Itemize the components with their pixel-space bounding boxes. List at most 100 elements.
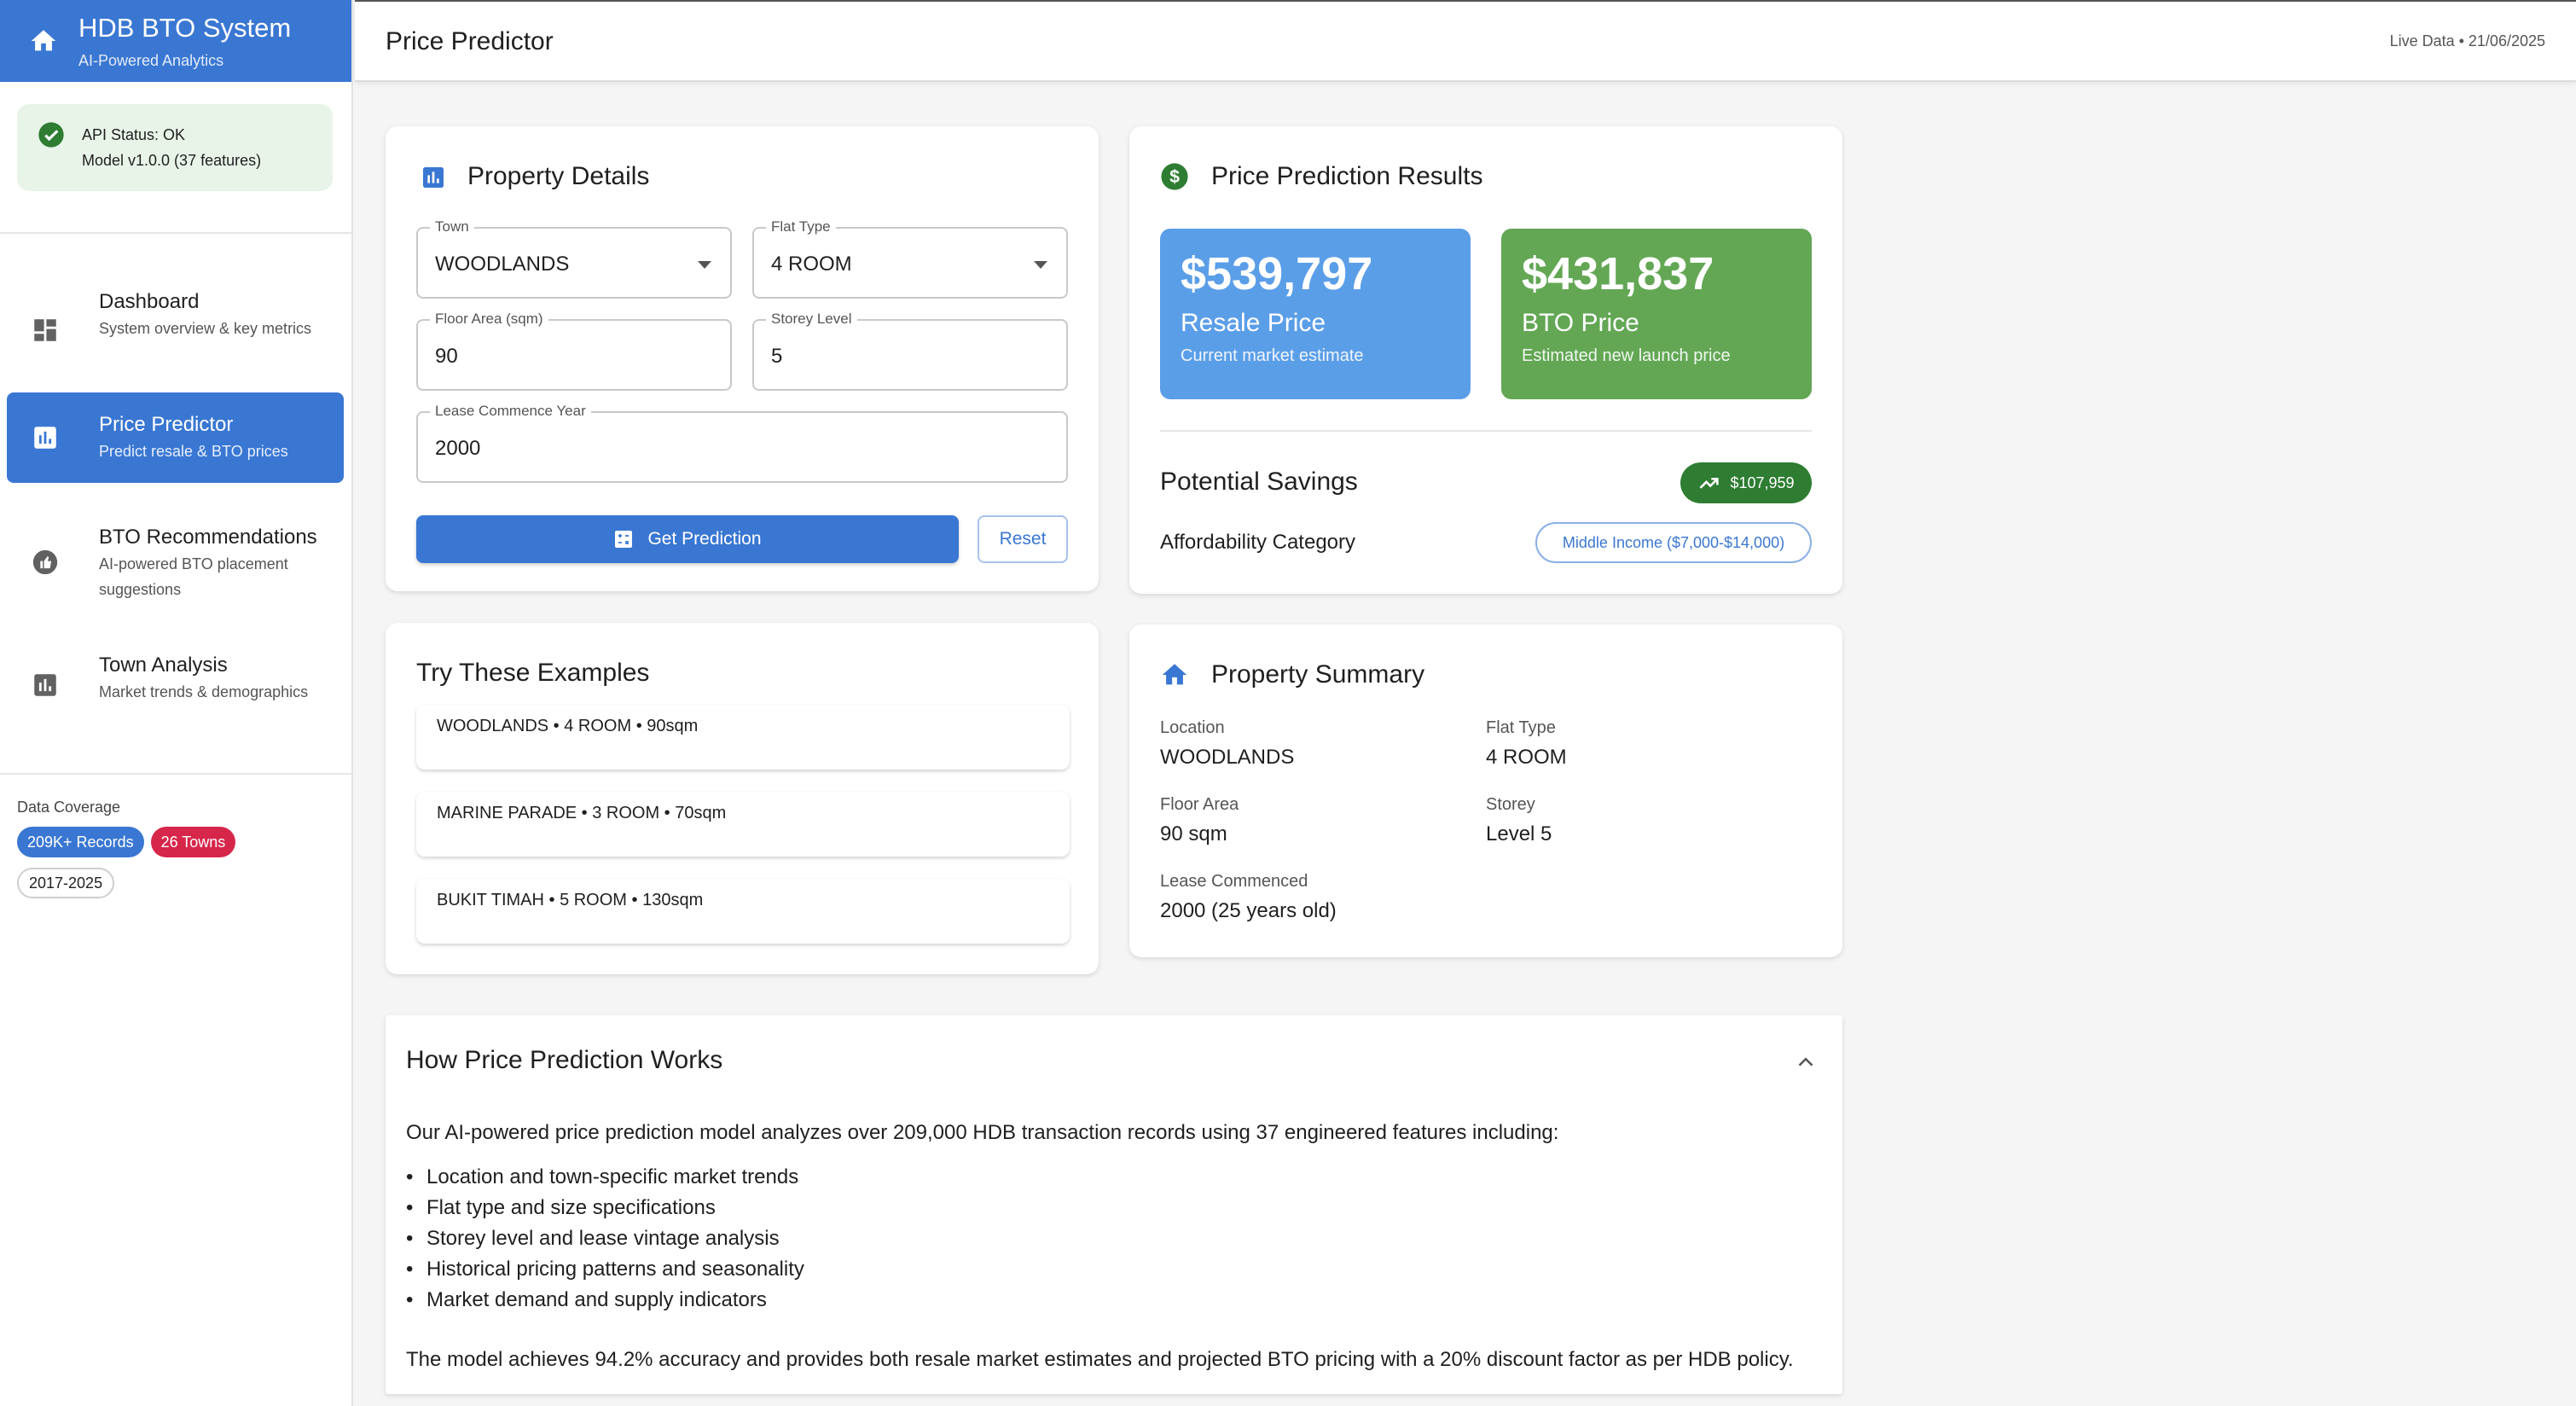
flat-type-value: 4 ROOM bbox=[1486, 746, 1567, 769]
sidebar-item-town-analysis[interactable]: Town Analysis Market trends & demographi… bbox=[7, 640, 344, 734]
field-label: Lease Commence Year bbox=[430, 403, 591, 420]
bto-price-box: $431,837 BTO Price Estimated new launch … bbox=[1501, 229, 1812, 399]
how-it-works-title: How Price Prediction Works bbox=[406, 1046, 723, 1074]
field-label: Flat Type bbox=[766, 218, 836, 235]
year-range-chip: 2017-2025 bbox=[17, 868, 115, 898]
dollar-icon: $ bbox=[1161, 163, 1188, 190]
app-brand[interactable]: HDB BTO System AI-Powered Analytics bbox=[0, 0, 351, 82]
savings-value: $107,959 bbox=[1730, 474, 1795, 491]
examples-title: Try These Examples bbox=[416, 659, 650, 687]
trending-up-icon bbox=[1700, 478, 1720, 489]
check-circle-icon bbox=[38, 122, 64, 148]
sidebar-item-desc: Predict resale & BTO prices bbox=[99, 443, 288, 460]
summary-title: Property Summary bbox=[1211, 660, 1425, 688]
sidebar-divider bbox=[0, 773, 353, 775]
list-item: Storey level and lease vintage analysis bbox=[406, 1223, 804, 1254]
storey-label: Storey bbox=[1486, 795, 1535, 814]
how-it-works-panel: How Price Prediction Works Our AI-powere… bbox=[386, 1015, 1842, 1394]
floor-area-input[interactable]: Floor Area (sqm) 90 bbox=[416, 311, 732, 391]
savings-label: Potential Savings bbox=[1160, 468, 1358, 496]
home-icon bbox=[31, 30, 56, 51]
chart-icon bbox=[423, 167, 444, 188]
field-label: Town bbox=[430, 218, 474, 235]
dropdown-arrow-icon bbox=[1034, 261, 1047, 269]
bto-sub: Estimated new launch price bbox=[1522, 346, 1731, 365]
property-details-title: Property Details bbox=[467, 162, 650, 190]
towns-chip: 26 Towns bbox=[150, 827, 236, 857]
lease-year-input[interactable]: Lease Commence Year 2000 bbox=[416, 403, 1068, 483]
lease-value: 2000 (25 years old) bbox=[1160, 899, 1337, 922]
property-summary-card: Property Summary Location WOODLANDS Flat… bbox=[1129, 625, 1842, 957]
list-item: Flat type and size specifications bbox=[406, 1193, 804, 1223]
savings-badge: $107,959 bbox=[1680, 462, 1812, 503]
sidebar-item-label: BTO Recommendations bbox=[99, 526, 317, 549]
home-icon bbox=[1162, 664, 1187, 685]
coverage-caption: Data Coverage bbox=[17, 799, 121, 816]
bto-label: BTO Price bbox=[1522, 309, 1639, 337]
sidebar-item-label: Price Predictor bbox=[99, 413, 234, 436]
results-divider bbox=[1160, 430, 1812, 432]
api-status-card: API Status: OK Model v1.0.0 (37 features… bbox=[17, 104, 333, 191]
bar-chart-icon bbox=[34, 674, 56, 696]
field-value: WOODLANDS bbox=[435, 253, 570, 276]
affordability-chip: Middle Income ($7,000-$14,000) bbox=[1535, 522, 1812, 563]
list-item: Location and town-specific market trends bbox=[406, 1162, 804, 1193]
data-coverage: Data Coverage 209K+ Records 26 Towns 2017… bbox=[17, 799, 242, 898]
button-label: Get Prediction bbox=[647, 529, 762, 549]
example-item[interactable]: MARINE PARADE • 3 ROOM • 70sqm bbox=[416, 792, 1070, 857]
example-item[interactable]: BUKIT TIMAH • 5 ROOM • 130sqm bbox=[416, 879, 1070, 944]
get-prediction-button[interactable]: Get Prediction bbox=[416, 515, 959, 563]
results-title: Price Prediction Results bbox=[1211, 162, 1483, 190]
sidebar-item-bto-recommendations[interactable]: BTO Recommendations AI-powered BTO place… bbox=[7, 503, 344, 623]
sidebar-divider bbox=[0, 232, 353, 234]
field-value: 2000 bbox=[435, 437, 481, 460]
model-version-text: Model v1.0.0 (37 features) bbox=[82, 152, 262, 169]
flat-type-select[interactable]: Flat Type 4 ROOM bbox=[752, 218, 1068, 299]
app-subtitle: AI-Powered Analytics bbox=[78, 51, 224, 69]
field-label: Storey Level bbox=[766, 311, 857, 328]
examples-card: Try These Examples WOODLANDS • 4 ROOM • … bbox=[386, 623, 1099, 974]
field-value: 90 bbox=[435, 345, 458, 368]
sidebar-item-dashboard[interactable]: Dashboard System overview & key metrics bbox=[7, 264, 344, 384]
field-value: 5 bbox=[771, 345, 783, 368]
live-data-indicator: Live Data • 21/06/2025 bbox=[2389, 32, 2545, 49]
svg-text:$: $ bbox=[1169, 166, 1180, 187]
lease-label: Lease Commenced bbox=[1160, 872, 1308, 891]
sidebar-item-desc: Market trends & demographics bbox=[99, 683, 309, 700]
example-item[interactable]: WOODLANDS • 4 ROOM • 90sqm bbox=[416, 705, 1070, 770]
list-item: Historical pricing patterns and seasonal… bbox=[406, 1254, 804, 1285]
how-it-works-header[interactable]: How Price Prediction Works bbox=[386, 1015, 1842, 1107]
resale-price-box: $539,797 Resale Price Current market est… bbox=[1160, 229, 1471, 399]
floor-area-label: Floor Area bbox=[1160, 795, 1239, 814]
how-bullets: Location and town-specific market trends… bbox=[406, 1162, 804, 1316]
dashboard-icon bbox=[34, 319, 56, 341]
property-details-card: Property Details Town WOODLANDS Flat Typ… bbox=[386, 126, 1099, 591]
field-value: 4 ROOM bbox=[771, 253, 852, 276]
sidebar-item-price-predictor[interactable]: Price Predictor Predict resale & BTO pri… bbox=[7, 392, 344, 483]
sidebar-item-label: Dashboard bbox=[99, 290, 200, 313]
button-label: Reset bbox=[999, 529, 1047, 549]
sidebar: HDB BTO System AI-Powered Analytics API … bbox=[0, 0, 353, 1406]
sidebar-item-label: Town Analysis bbox=[99, 654, 228, 677]
chart-icon bbox=[34, 427, 56, 449]
list-item: Market demand and supply indicators bbox=[406, 1285, 804, 1316]
resale-sub: Current market estimate bbox=[1181, 346, 1364, 365]
location-value: WOODLANDS bbox=[1160, 746, 1295, 769]
top-app-bar: Price Predictor Live Data • 21/06/2025 bbox=[355, 0, 2576, 82]
records-chip: 209K+ Records bbox=[17, 827, 144, 857]
storey-level-input[interactable]: Storey Level 5 bbox=[752, 311, 1068, 391]
calculator-icon bbox=[615, 531, 633, 548]
bto-amount: $431,837 bbox=[1522, 248, 1714, 299]
sidebar-item-desc: AI-powered BTO placement suggestions bbox=[99, 555, 288, 598]
sidebar-item-desc: System overview & key metrics bbox=[99, 320, 312, 337]
resale-label: Resale Price bbox=[1181, 309, 1326, 337]
app-title: HDB BTO System bbox=[78, 12, 292, 43]
storey-value: Level 5 bbox=[1486, 822, 1552, 845]
town-select[interactable]: Town WOODLANDS bbox=[416, 218, 732, 299]
thumb-up-icon bbox=[32, 549, 58, 575]
resale-amount: $539,797 bbox=[1181, 248, 1373, 299]
chevron-up-icon[interactable] bbox=[1793, 1049, 1819, 1075]
field-label: Floor Area (sqm) bbox=[430, 311, 548, 328]
reset-button[interactable]: Reset bbox=[978, 515, 1068, 563]
api-status-text: API Status: OK bbox=[82, 126, 186, 143]
